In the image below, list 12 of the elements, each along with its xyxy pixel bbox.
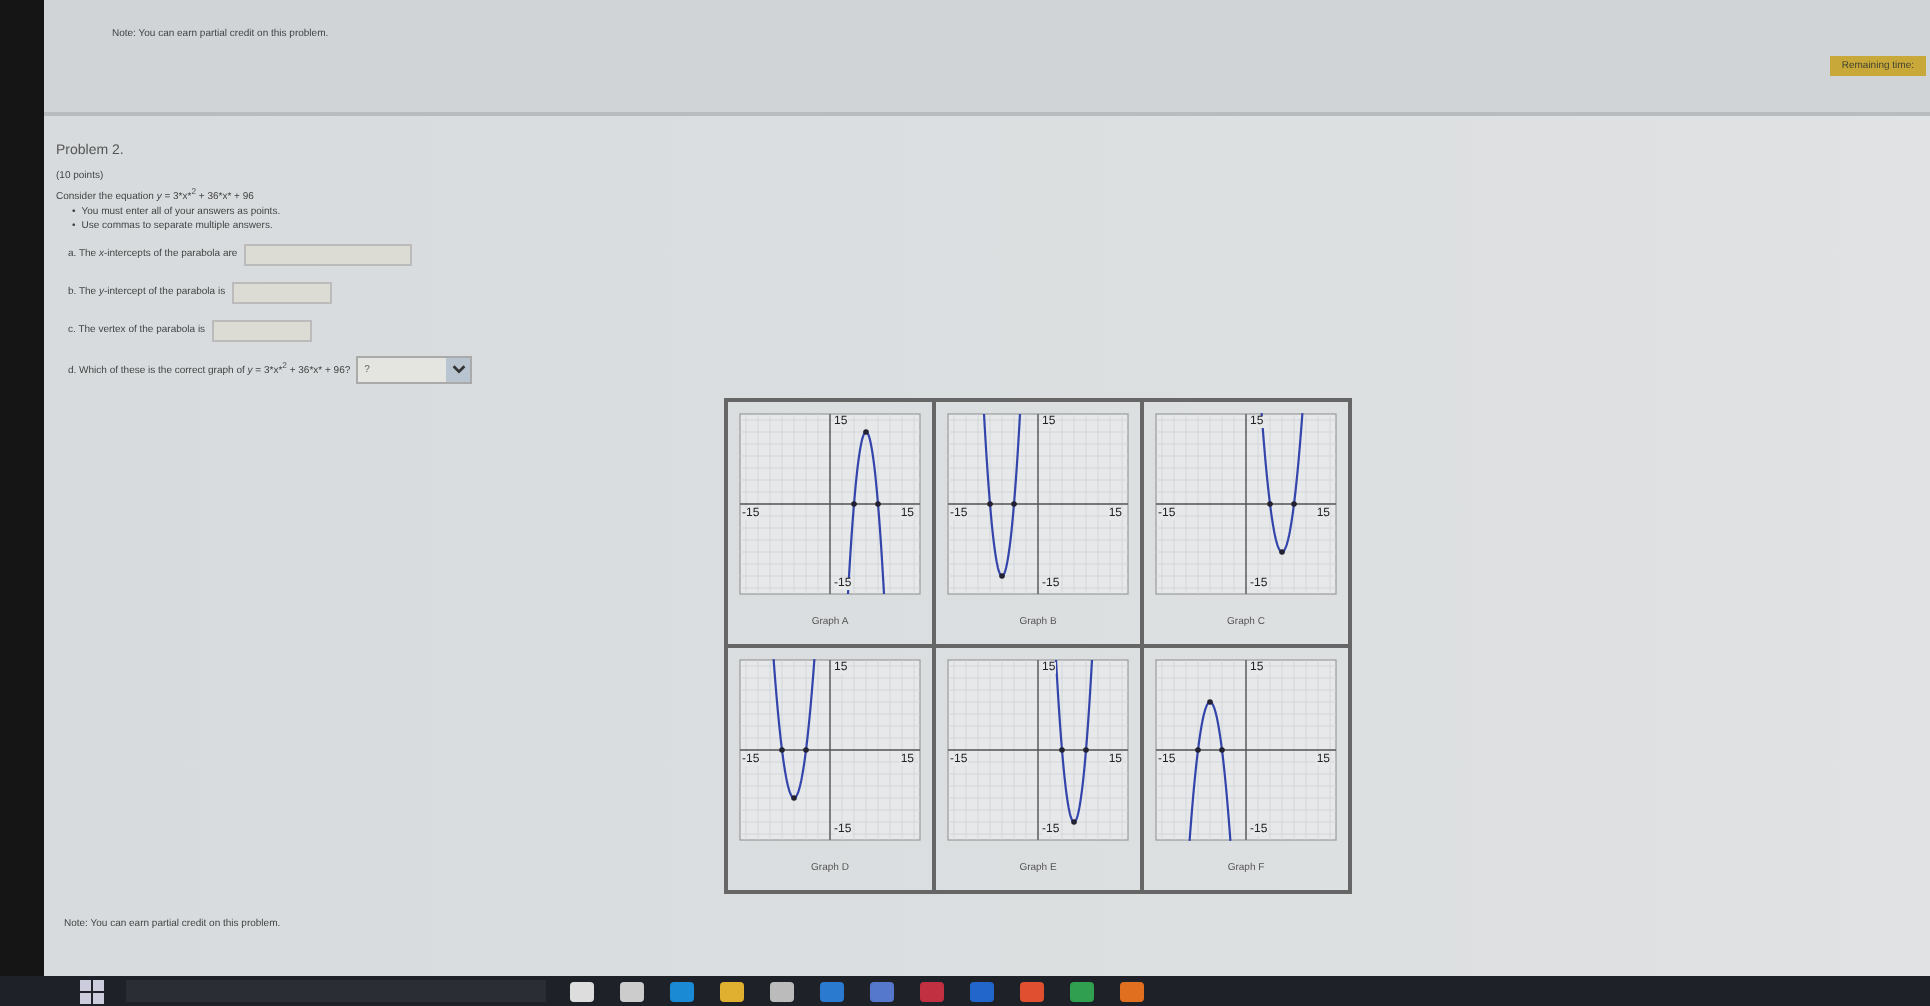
app-icon[interactable] (1018, 979, 1046, 1003)
app-icon[interactable] (718, 979, 746, 1003)
answer-field[interactable] (243, 244, 412, 267)
answer-field[interactable] (211, 320, 312, 343)
caret-icon (449, 360, 468, 379)
app-icon[interactable] (768, 979, 796, 1003)
app-icon[interactable] (1118, 979, 1146, 1003)
answer-field[interactable] (231, 282, 332, 305)
app-icon[interactable] (668, 979, 696, 1003)
start-icon[interactable] (80, 979, 104, 1003)
app-icon[interactable] (618, 979, 646, 1003)
app-icon[interactable] (1068, 979, 1096, 1003)
